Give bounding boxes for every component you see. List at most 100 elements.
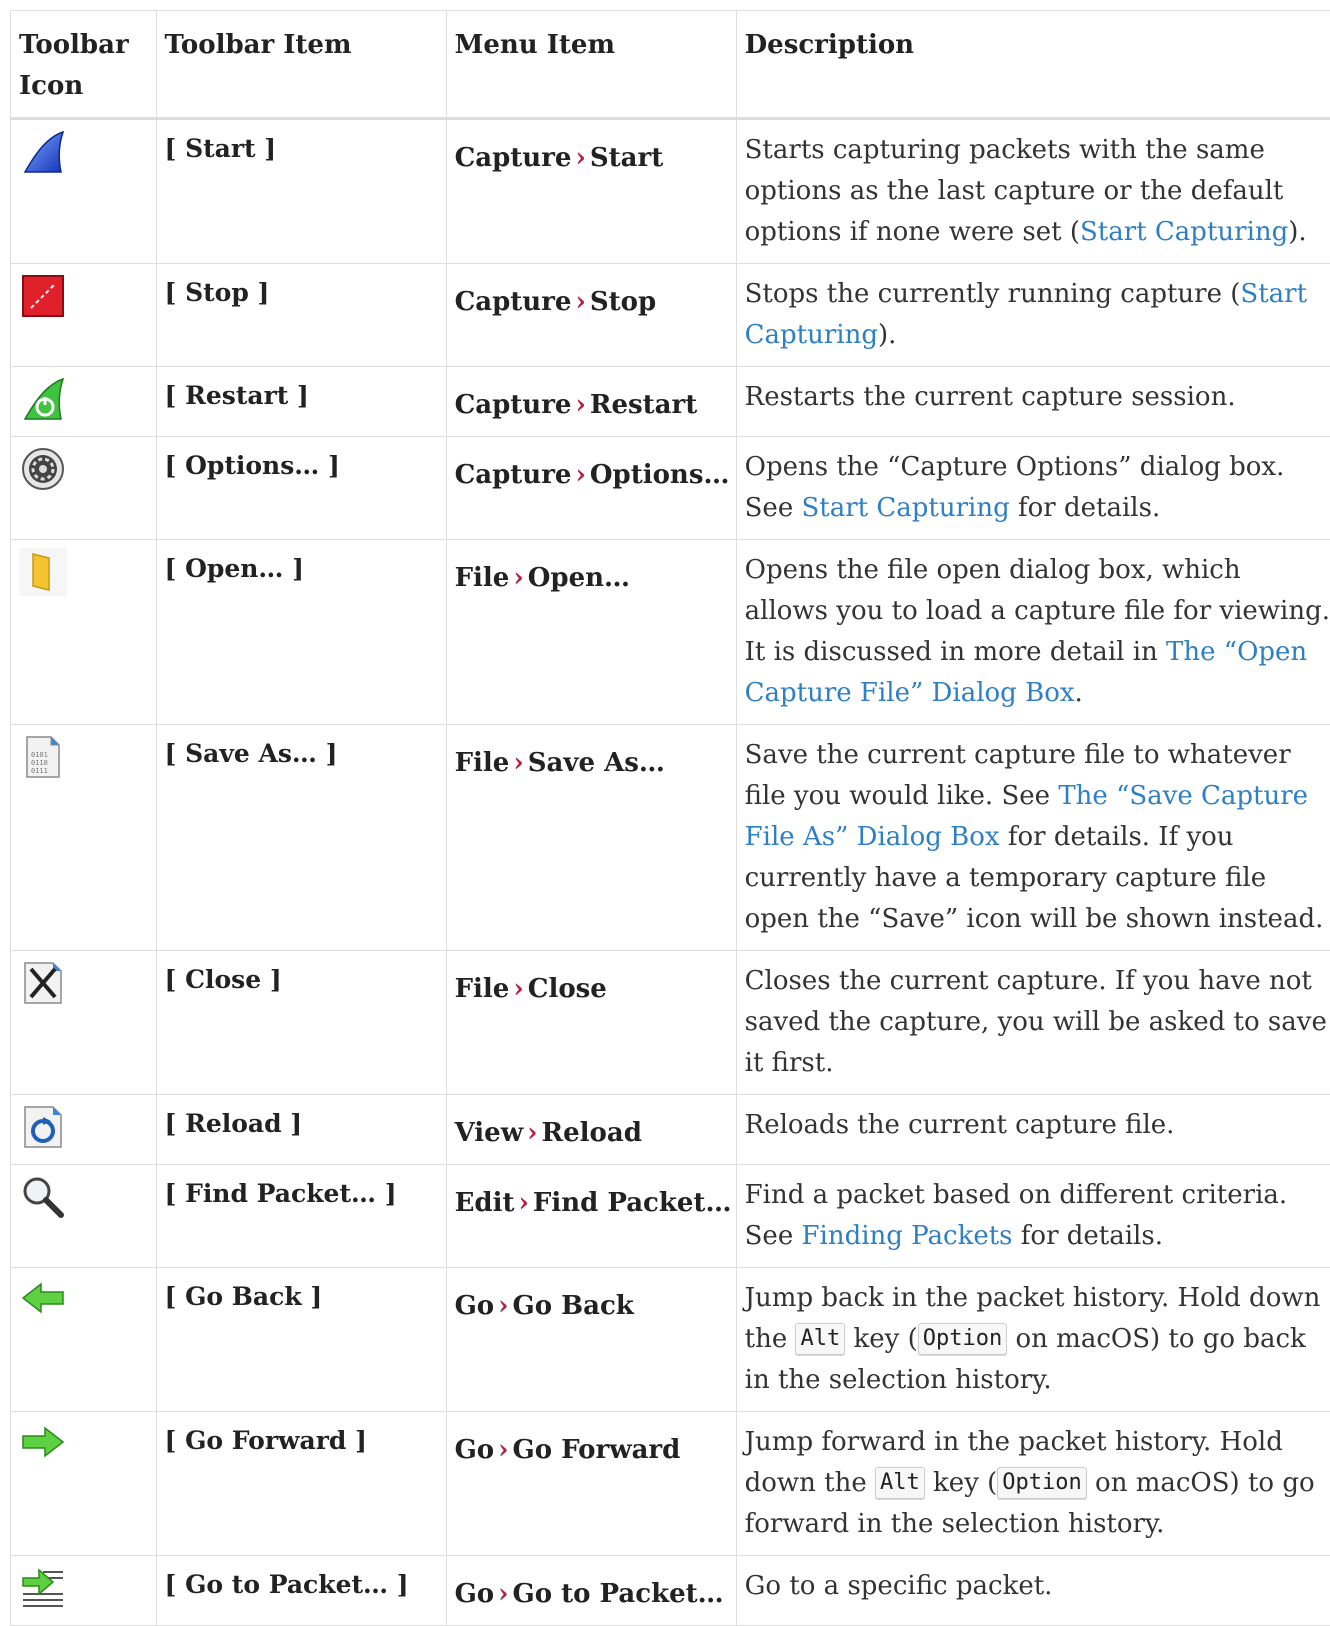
- menu-parent: File: [455, 748, 510, 778]
- toolbar-item-cell: [ Close ]: [156, 951, 446, 1095]
- table-row: [ Options… ] Capture›Options…Opens the “C…: [11, 437, 1330, 540]
- description-text: ).: [878, 320, 896, 350]
- menu-separator: ›: [518, 1188, 528, 1218]
- toolbar-item-cell: [ Options… ]: [156, 437, 446, 540]
- toolbar-item-label: [ Restart ]: [165, 378, 438, 414]
- menu-parent: Go: [455, 1579, 495, 1609]
- menu-separator: ›: [498, 1579, 508, 1609]
- toolbar-icon-cell: [11, 119, 157, 264]
- menu-child: Go Back: [513, 1291, 634, 1321]
- menu-parent: Go: [455, 1435, 495, 1465]
- menu-parent: Capture: [455, 287, 572, 317]
- description-cell: Find a packet based on different criteri…: [736, 1165, 1330, 1268]
- description-cell: Stops the currently running capture (Sta…: [736, 264, 1330, 367]
- header-menu-item: Menu Item: [446, 11, 736, 119]
- save-as-file-icon: 010101100111: [19, 733, 150, 781]
- toolbar-item-cell: [ Stop ]: [156, 264, 446, 367]
- svg-text:0101: 0101: [31, 751, 48, 759]
- toolbar-item-label: [ Go Back ]: [165, 1279, 438, 1315]
- keyboard-key: Option: [918, 1323, 1007, 1355]
- header-toolbar-item: Toolbar Item: [156, 11, 446, 119]
- toolbar-item-label: [ Stop ]: [165, 275, 438, 311]
- table-row: [ Open… ]File›Open…Opens the file open d…: [11, 540, 1330, 725]
- keyboard-key: Option: [997, 1467, 1086, 1499]
- table-row: [ Go Back ]Go›Go BackJump back in the pa…: [11, 1268, 1330, 1412]
- toolbar-item-label: [ Go Forward ]: [165, 1423, 438, 1459]
- toolbar-item-label: [ Start ]: [165, 131, 438, 167]
- description-text: key (: [845, 1324, 918, 1354]
- description-text: .: [1075, 678, 1083, 708]
- toolbar-icon-cell: [11, 437, 157, 540]
- menu-path: View›Reload: [455, 1113, 728, 1154]
- description-link[interactable]: Start Capturing: [1080, 217, 1288, 247]
- menu-child: Open…: [528, 563, 630, 593]
- menu-child: Stop: [590, 287, 656, 317]
- menu-separator: ›: [513, 563, 523, 593]
- toolbar-item-cell: [ Open… ]: [156, 540, 446, 725]
- menu-path: File›Save As…: [455, 743, 728, 784]
- menu-child: Options…: [590, 460, 730, 490]
- description-link[interactable]: Finding Packets: [801, 1221, 1012, 1251]
- menu-item-cell: File›Save As…: [446, 725, 736, 951]
- description-cell: Save the current capture file to whateve…: [736, 725, 1330, 951]
- reload-icon: [19, 1103, 150, 1151]
- menu-path: Capture›Options…: [455, 455, 728, 496]
- menu-path: Go›Go to Packet…: [455, 1574, 728, 1615]
- menu-item-cell: File›Open…: [446, 540, 736, 725]
- menu-separator: ›: [527, 1118, 537, 1148]
- table-row: [ Reload ]View›ReloadReloads the current…: [11, 1095, 1330, 1165]
- table-row: [ Restart ]Capture›RestartRestarts the c…: [11, 367, 1330, 437]
- description-cell: Starts capturing packets with the same o…: [736, 119, 1330, 264]
- toolbar-item-cell: [ Start ]: [156, 119, 446, 264]
- toolbar-item-cell: [ Go Back ]: [156, 1268, 446, 1412]
- menu-parent: File: [455, 974, 510, 1004]
- go-to-packet-icon: [19, 1564, 150, 1612]
- table-row: [ Start ]Capture›StartStarts capturing p…: [11, 119, 1330, 264]
- toolbar-icon-cell: [11, 540, 157, 725]
- toolbar-icon-cell: [11, 1556, 157, 1626]
- menu-path: Go›Go Forward: [455, 1430, 728, 1471]
- arrow-back-icon: [19, 1276, 150, 1324]
- toolbar-item-cell: [ Save As… ]: [156, 725, 446, 951]
- menu-path: Capture›Restart: [455, 385, 728, 426]
- toolbar-item-label: [ Options… ]: [165, 448, 438, 484]
- menu-path: Edit›Find Packet…: [455, 1183, 728, 1224]
- menu-parent: View: [455, 1118, 524, 1148]
- menu-child: Reload: [542, 1118, 642, 1148]
- description-link[interactable]: Start Capturing: [801, 493, 1009, 523]
- toolbar-icon-cell: [11, 1412, 157, 1556]
- menu-item-cell: File›Close: [446, 951, 736, 1095]
- menu-item-cell: Edit›Find Packet…: [446, 1165, 736, 1268]
- stop-icon: [19, 272, 150, 320]
- menu-child: Save As…: [528, 748, 665, 778]
- menu-item-cell: Go›Go Back: [446, 1268, 736, 1412]
- menu-child: Restart: [590, 390, 697, 420]
- menu-separator: ›: [575, 143, 585, 173]
- menu-child: Close: [528, 974, 607, 1004]
- toolbar-icon-cell: [11, 951, 157, 1095]
- menu-separator: ›: [513, 748, 523, 778]
- keyboard-key: Alt: [875, 1467, 925, 1499]
- toolbar-icon-cell: [11, 1095, 157, 1165]
- menu-path: File›Open…: [455, 558, 728, 599]
- toolbar-item-cell: [ Go Forward ]: [156, 1412, 446, 1556]
- menu-item-cell: Capture›Options…: [446, 437, 736, 540]
- description-cell: Go to a specific packet.: [736, 1556, 1330, 1626]
- close-file-icon: [19, 959, 150, 1007]
- gear-options-icon: [19, 445, 150, 493]
- description-cell: Reloads the current capture file.: [736, 1095, 1330, 1165]
- menu-item-cell: Go›Go to Packet…: [446, 1556, 736, 1626]
- table-row: [ Stop ]Capture›StopStops the currently …: [11, 264, 1330, 367]
- menu-parent: Capture: [455, 143, 572, 173]
- arrow-forward-icon: [19, 1420, 150, 1468]
- toolbar-item-cell: [ Restart ]: [156, 367, 446, 437]
- header-description: Description: [736, 11, 1330, 119]
- toolbar-item-label: [ Save As… ]: [165, 736, 438, 772]
- toolbar-item-cell: [ Reload ]: [156, 1095, 446, 1165]
- table-row: [ Close ]File›CloseCloses the current ca…: [11, 951, 1330, 1095]
- menu-separator: ›: [498, 1291, 508, 1321]
- description-text: Stops the currently running capture (: [745, 279, 1241, 309]
- description-cell: Opens the “Capture Options” dialog box. …: [736, 437, 1330, 540]
- menu-parent: Go: [455, 1291, 495, 1321]
- toolbar-icon-cell: [11, 1165, 157, 1268]
